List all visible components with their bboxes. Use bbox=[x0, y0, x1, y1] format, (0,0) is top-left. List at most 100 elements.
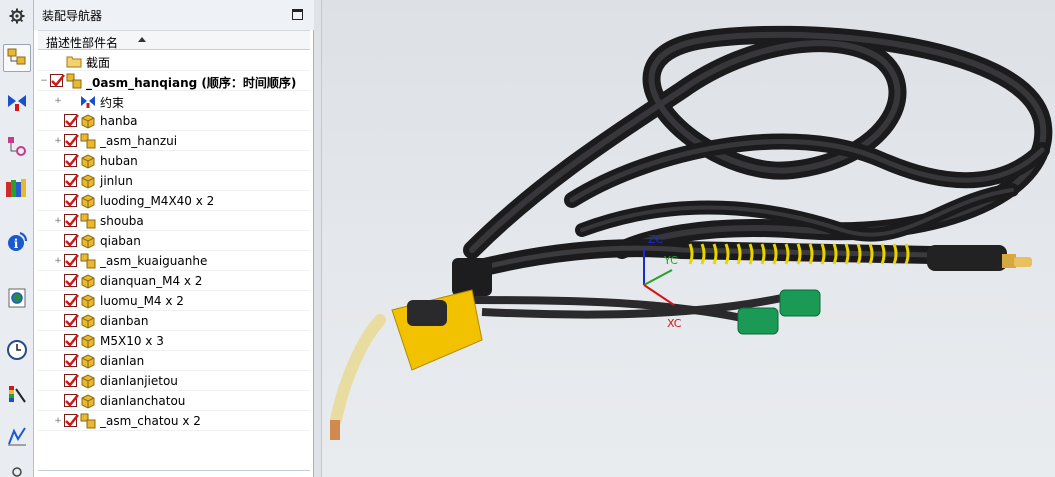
component-icon bbox=[80, 333, 96, 349]
component-icon bbox=[80, 233, 96, 249]
tree-row[interactable]: huban bbox=[38, 151, 310, 171]
tree-row[interactable]: 截面 bbox=[38, 51, 310, 71]
yc-axis-label: YC bbox=[664, 254, 678, 267]
visibility-checkbox[interactable] bbox=[64, 214, 79, 227]
tree-row[interactable]: M5X10 x 3 bbox=[38, 331, 310, 351]
gas-hoses bbox=[471, 294, 783, 322]
history-clock-icon[interactable] bbox=[3, 336, 31, 364]
tree-row-label: _asm_hanzui bbox=[100, 134, 178, 148]
tree-row-label: _asm_chatou x 2 bbox=[100, 414, 201, 428]
visibility-checkbox[interactable] bbox=[64, 394, 79, 407]
assembly-icon bbox=[80, 133, 96, 149]
tree-row-label: dianlanjietou bbox=[100, 374, 178, 388]
assembly-icon bbox=[80, 253, 96, 269]
component-icon bbox=[80, 153, 96, 169]
constraints-icon bbox=[80, 93, 96, 109]
tree-row[interactable]: jinlun bbox=[38, 171, 310, 191]
tree-row-label: hanba bbox=[100, 114, 138, 128]
tree-row-label: M5X10 x 3 bbox=[100, 334, 164, 348]
tree-row[interactable]: luoding_M4X40 x 2 bbox=[38, 191, 310, 211]
expand-icon[interactable]: + bbox=[54, 217, 62, 226]
tree-row[interactable]: dianlanchatou bbox=[38, 391, 310, 411]
tree-row[interactable]: hanba bbox=[38, 111, 310, 131]
hd3d-tools-icon[interactable]: i bbox=[3, 228, 31, 256]
tree-row[interactable]: dianquan_M4 x 2 bbox=[38, 271, 310, 291]
visibility-checkbox[interactable] bbox=[64, 374, 79, 387]
zc-axis-label: ZC bbox=[648, 233, 664, 246]
column-header[interactable]: 描述性部件名 bbox=[38, 30, 310, 50]
maximize-icon[interactable] bbox=[292, 9, 303, 20]
component-icon bbox=[80, 393, 96, 409]
cable-coil bbox=[463, 25, 1053, 259]
tree-row-label: qiaban bbox=[100, 234, 141, 248]
navigator-header: 装配导航器 bbox=[34, 0, 314, 30]
visibility-checkbox[interactable] bbox=[50, 74, 65, 87]
tree-row[interactable]: qiaban bbox=[38, 231, 310, 251]
tree-row[interactable]: luomu_M4 x 2 bbox=[38, 291, 310, 311]
tree-row-label: dianlanchatou bbox=[100, 394, 186, 408]
visibility-checkbox[interactable] bbox=[64, 134, 79, 147]
reuse-library-icon[interactable] bbox=[3, 174, 31, 202]
tree-row-label: huban bbox=[100, 154, 138, 168]
torch-gun bbox=[330, 258, 492, 440]
visibility-checkbox[interactable] bbox=[64, 114, 79, 127]
folder-icon bbox=[66, 53, 82, 69]
assembly-icon bbox=[80, 213, 96, 229]
tree-row-label: luoding_M4X40 x 2 bbox=[100, 194, 215, 208]
expand-icon[interactable]: + bbox=[54, 257, 62, 266]
expand-icon[interactable]: + bbox=[54, 137, 62, 146]
expand-icon[interactable]: + bbox=[54, 97, 62, 106]
tree-row[interactable]: + _asm_kuaiguanhe bbox=[38, 251, 310, 271]
svg-text:i: i bbox=[14, 237, 19, 251]
part-navigator-icon[interactable] bbox=[3, 132, 31, 160]
component-icon bbox=[80, 173, 96, 189]
navigator-title: 装配导航器 bbox=[42, 9, 103, 23]
assembly-tree: 截面 − _0asm_hanqiang (顺序：时间顺序) + 约束 hanba + _asm… bbox=[38, 51, 310, 431]
assembly-navigator-icon[interactable] bbox=[3, 44, 31, 72]
roles-icon[interactable] bbox=[3, 460, 31, 477]
component-icon bbox=[80, 293, 96, 309]
web-browser-icon[interactable] bbox=[3, 284, 31, 312]
component-icon bbox=[80, 353, 96, 369]
tree-row[interactable]: − _0asm_hanqiang (顺序：时间顺序) bbox=[38, 71, 310, 91]
visibility-checkbox[interactable] bbox=[64, 334, 79, 347]
visibility-checkbox[interactable] bbox=[64, 234, 79, 247]
rear-connector bbox=[927, 245, 1032, 271]
visibility-checkbox[interactable] bbox=[64, 254, 79, 267]
xc-axis-label: XC bbox=[667, 317, 682, 330]
tree-row-label: dianquan_M4 x 2 bbox=[100, 274, 203, 288]
tree-row-label: _asm_kuaiguanhe bbox=[100, 254, 208, 268]
visibility-checkbox[interactable] bbox=[64, 194, 79, 207]
tree-row[interactable]: dianlanjietou bbox=[38, 371, 310, 391]
expand-icon[interactable]: + bbox=[54, 417, 62, 426]
visibility-checkbox[interactable] bbox=[64, 294, 79, 307]
visibility-checkbox[interactable] bbox=[64, 154, 79, 167]
tree-row-label: jinlun bbox=[100, 174, 133, 188]
tree-row[interactable]: + _asm_hanzui bbox=[38, 131, 310, 151]
model-canvas bbox=[330, 25, 1053, 440]
sort-ascending-icon bbox=[138, 37, 146, 42]
visibility-checkbox[interactable] bbox=[64, 174, 79, 187]
visualization-palette-icon[interactable] bbox=[3, 380, 31, 408]
settings-gear-icon[interactable] bbox=[3, 2, 31, 30]
visibility-checkbox[interactable] bbox=[64, 354, 79, 367]
collapse-icon[interactable]: − bbox=[40, 77, 48, 86]
component-icon bbox=[80, 273, 96, 289]
process-studio-icon[interactable] bbox=[3, 422, 31, 450]
resource-bar: i bbox=[0, 0, 34, 477]
visibility-checkbox[interactable] bbox=[64, 314, 79, 327]
tree-row-label: dianban bbox=[100, 314, 149, 328]
component-icon bbox=[80, 113, 96, 129]
tree-row-label: luomu_M4 x 2 bbox=[100, 294, 184, 308]
visibility-checkbox[interactable] bbox=[64, 274, 79, 287]
tree-row[interactable]: dianban bbox=[38, 311, 310, 331]
tree-row[interactable]: dianlan bbox=[38, 351, 310, 371]
visibility-checkbox[interactable] bbox=[64, 414, 79, 427]
tree-row[interactable]: + 约束 bbox=[38, 91, 310, 111]
graphics-viewport[interactable]: ZC YC XC bbox=[321, 0, 1055, 477]
component-icon bbox=[80, 313, 96, 329]
constraint-navigator-icon[interactable] bbox=[3, 88, 31, 116]
tree-row[interactable]: + _asm_chatou x 2 bbox=[38, 411, 310, 431]
column-header-label: 描述性部件名 bbox=[46, 36, 119, 50]
tree-row[interactable]: + shouba bbox=[38, 211, 310, 231]
